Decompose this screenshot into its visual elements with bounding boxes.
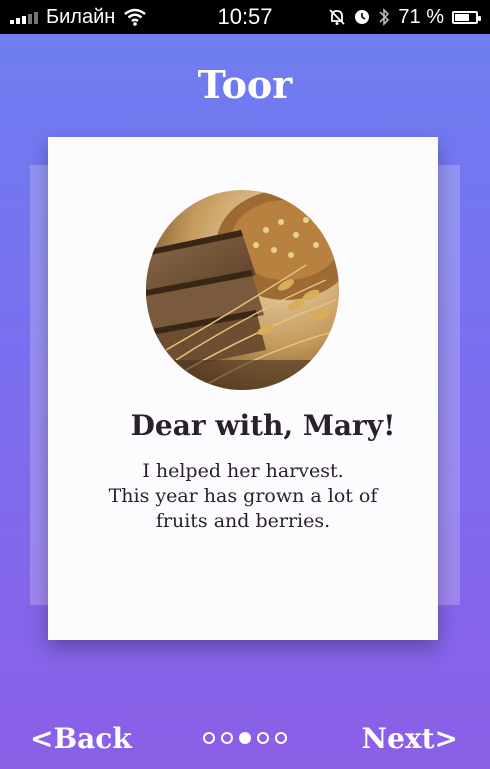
battery-level-fill: [455, 13, 470, 21]
page-dot[interactable]: [221, 732, 233, 744]
page-dot-active[interactable]: [239, 732, 251, 744]
back-button[interactable]: <Back: [30, 722, 132, 755]
next-button[interactable]: Next>: [362, 722, 459, 755]
status-bar: Билайн 10:57 71 %: [0, 0, 490, 34]
alarm-icon: [355, 10, 370, 24]
card-heading: Dear with, Mary!: [130, 409, 396, 442]
battery-icon: [452, 10, 481, 24]
bread-and-wheat-photo: [146, 190, 339, 390]
card-body-line: I helped her harvest.: [142, 460, 344, 482]
page-indicator: [203, 732, 287, 744]
status-right: 71 %: [328, 0, 481, 34]
page-dot[interactable]: [203, 732, 215, 744]
bluetooth-icon: [379, 8, 390, 26]
card-body: I helped her harvest. This year has grow…: [48, 459, 438, 534]
mute-icon: [329, 9, 346, 25]
page-title: Toor: [197, 62, 293, 107]
page-dot[interactable]: [275, 732, 287, 744]
card-body-line: fruits and berries.: [155, 510, 331, 532]
battery-percent: 71 %: [398, 5, 444, 28]
story-card[interactable]: Dear with, Mary! I helped her harvest. T…: [48, 137, 438, 640]
card-body-line: This year has grown a lot of: [108, 485, 378, 507]
page-dot[interactable]: [257, 732, 269, 744]
